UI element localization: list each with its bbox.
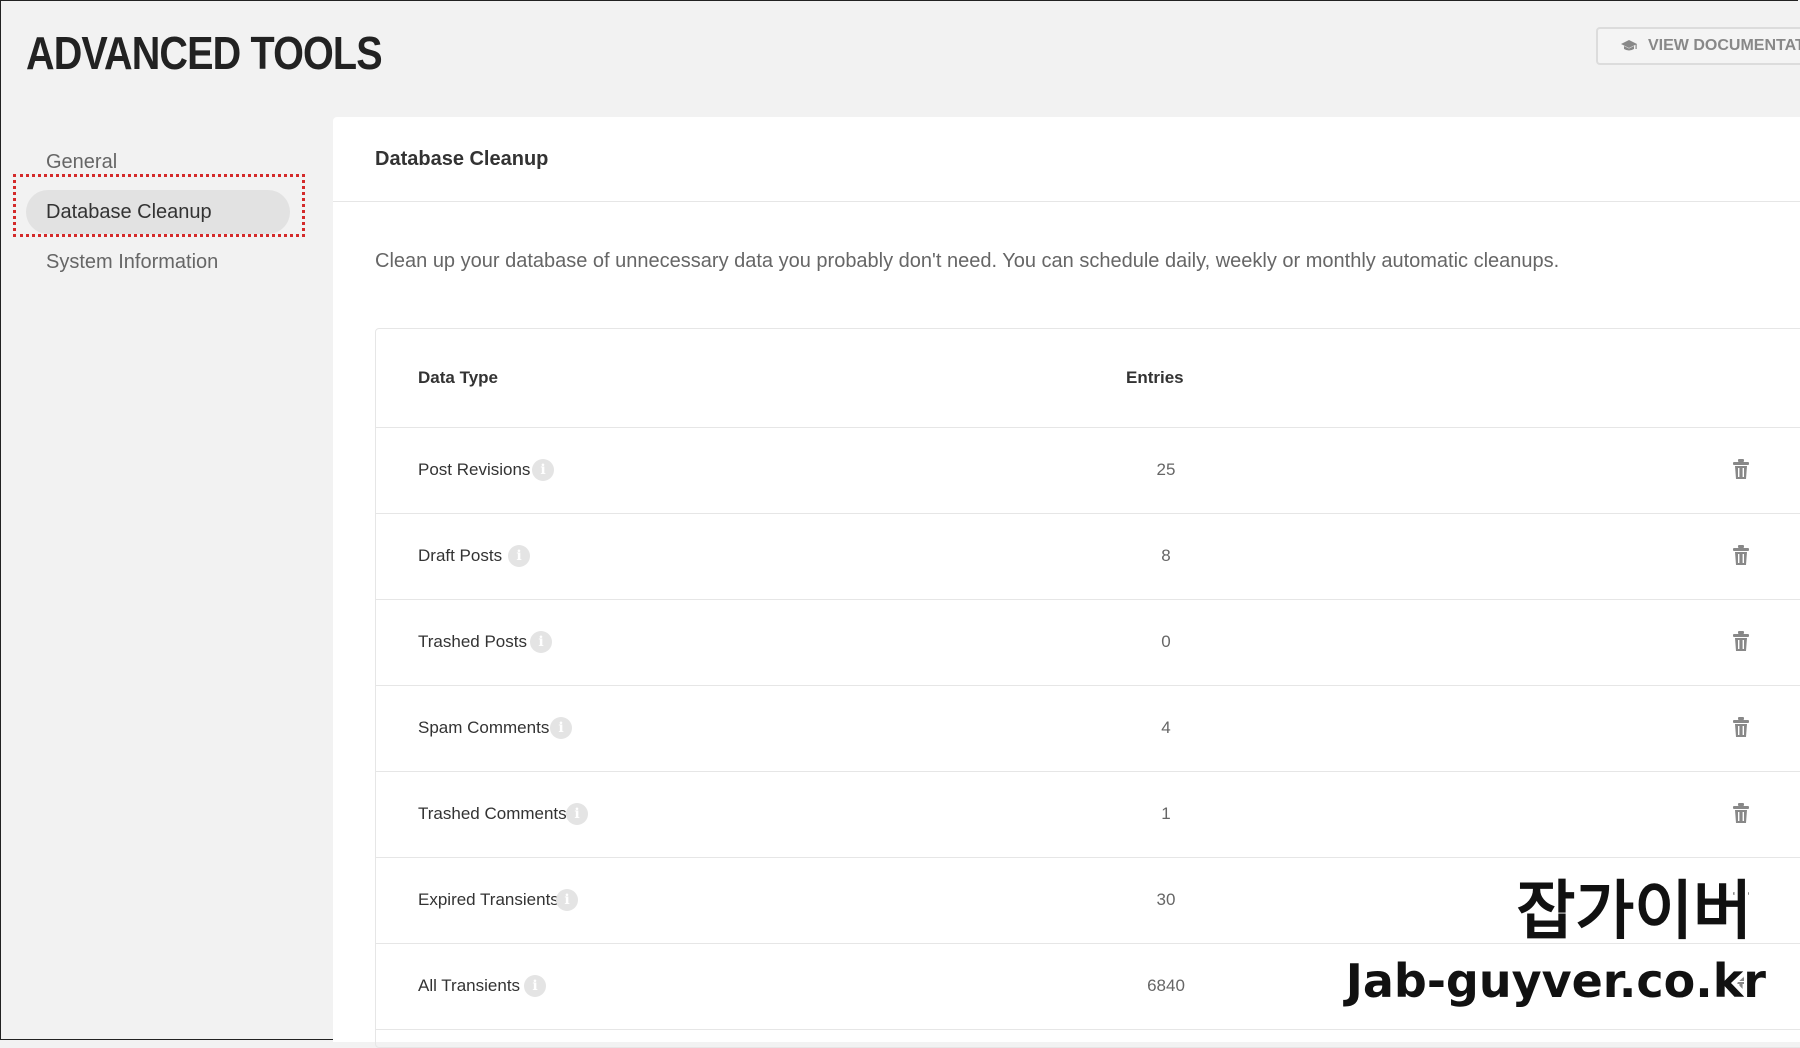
info-icon[interactable]: i — [556, 889, 578, 911]
panel-title: Database Cleanup — [333, 117, 1800, 202]
row-data-type: Post Revisions — [418, 460, 531, 479]
view-documentation-label: VIEW DOCUMENTATI — [1648, 37, 1800, 54]
cleanup-table: Data Type Entries Post Revisions i 25 Draft… — [375, 328, 1800, 1048]
sidebar-item-system-information[interactable]: System Information — [26, 240, 290, 284]
trash-icon[interactable] — [1732, 716, 1750, 738]
graduation-cap-icon — [1621, 40, 1637, 51]
table-row: Trashed Posts i 0 — [376, 600, 1800, 686]
table-header-row: Data Type Entries — [376, 329, 1800, 428]
trash-icon[interactable] — [1732, 888, 1750, 910]
table-row: Draft Posts i 8 — [376, 514, 1800, 600]
row-data-type: Spam Comments — [418, 718, 550, 737]
database-cleanup-panel: Database Cleanup Clean up your database … — [333, 117, 1800, 1048]
page-title: ADVANCED TOOLS — [26, 27, 383, 79]
table-row: Post Revisions i 25 — [376, 428, 1800, 514]
trash-icon[interactable] — [1732, 974, 1750, 996]
row-entries: 25 — [1156, 460, 1176, 479]
sidebar-item-label: System Information — [46, 250, 219, 273]
row-data-type: Draft Posts — [418, 546, 503, 565]
row-entries: 8 — [1161, 546, 1171, 565]
info-icon[interactable]: i — [550, 717, 572, 739]
info-icon[interactable]: i — [524, 975, 546, 997]
row-data-type: Trashed Comments — [418, 804, 567, 823]
sidebar-item-database-cleanup[interactable]: Database Cleanup — [26, 190, 290, 234]
sidebar-item-label: Database Cleanup — [46, 200, 212, 223]
table-row: All Transients i 6840 — [376, 944, 1800, 1030]
info-icon[interactable]: i — [530, 631, 552, 653]
column-header-data-type: Data Type — [418, 368, 498, 387]
sidebar-item-general[interactable]: General — [26, 140, 290, 184]
table-row: Spam Comments i 4 — [376, 686, 1800, 772]
column-header-entries: Entries — [1126, 368, 1184, 387]
row-entries: 4 — [1161, 718, 1171, 737]
row-entries: 30 — [1156, 890, 1176, 909]
trash-icon[interactable] — [1732, 458, 1750, 480]
panel-description: Clean up your database of unnecessary da… — [375, 250, 1560, 272]
info-icon[interactable]: i — [566, 803, 588, 825]
row-entries: 0 — [1161, 632, 1171, 651]
row-entries: 6840 — [1147, 976, 1185, 995]
table-row: Trashed Comments i 1 — [376, 772, 1800, 858]
row-data-type: Expired Transients — [418, 890, 559, 909]
row-data-type: All Transients — [418, 976, 521, 995]
info-icon[interactable]: i — [532, 459, 554, 481]
trash-icon[interactable] — [1732, 802, 1750, 824]
row-data-type: Trashed Posts — [418, 632, 527, 651]
trash-icon[interactable] — [1732, 544, 1750, 566]
table-row: Expired Transients i 30 — [376, 858, 1800, 944]
trash-icon[interactable] — [1732, 630, 1750, 652]
info-icon[interactable]: i — [508, 545, 530, 567]
sidebar-item-label: General — [46, 150, 118, 173]
row-entries: 1 — [1161, 804, 1171, 823]
view-documentation-button[interactable]: VIEW DOCUMENTATI — [1596, 27, 1800, 65]
